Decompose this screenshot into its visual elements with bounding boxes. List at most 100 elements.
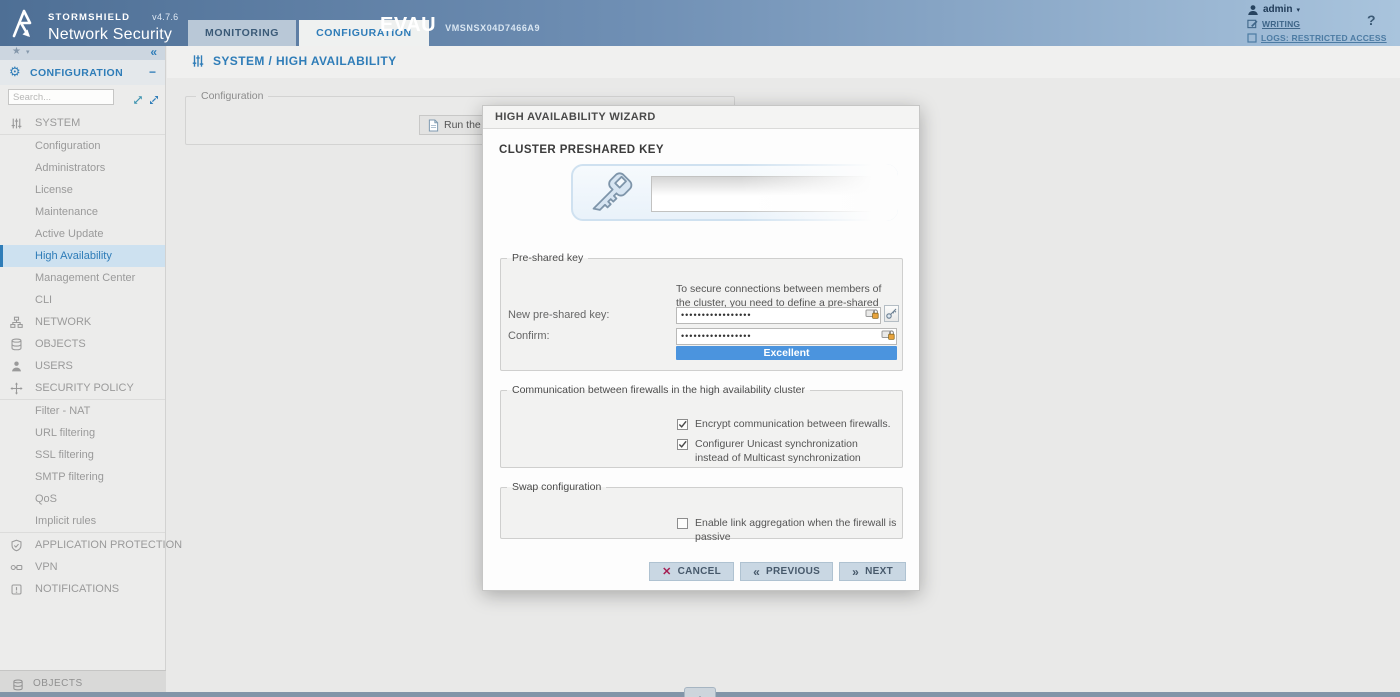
separator xyxy=(0,532,165,533)
app-root: STORMSHIELD v4.7.6 Network Security MONIT… xyxy=(0,0,1400,697)
communication-panel: Communication between firewalls in the h… xyxy=(500,384,903,468)
preshared-key-panel: Pre-shared key To secure connections bet… xyxy=(500,252,903,371)
admin-menu[interactable]: admin ▾ xyxy=(1247,3,1387,16)
sidebar-item-network[interactable]: NETWORK xyxy=(0,311,165,333)
keyboard-lock-icon[interactable] xyxy=(881,327,895,346)
link-aggregation-checkbox-row: Enable link aggregation when the firewal… xyxy=(677,517,902,544)
stormshield-logo-icon xyxy=(10,7,44,44)
alert-icon xyxy=(10,582,23,604)
sidebar-item-application-protection[interactable]: APPLICATION PROTECTION xyxy=(0,534,165,556)
user-icon xyxy=(1247,4,1259,16)
sidebar-item-implicit-rules[interactable]: Implicit rules xyxy=(0,510,165,532)
sidebar-item-ssl-filtering[interactable]: SSL filtering xyxy=(0,444,165,466)
logs-access-link[interactable]: LOGS: RESTRICTED ACCESS xyxy=(1247,31,1387,44)
device-block: EVAU VMSNSX04D7466A9 xyxy=(380,14,540,37)
previous-button-label: PREVIOUS xyxy=(766,566,820,577)
swap-configuration-panel: Swap configuration Enable link aggregati… xyxy=(500,481,903,539)
version-label: v4.7.6 xyxy=(152,12,178,22)
edit-icon xyxy=(1247,18,1258,29)
sidebar-item-active-update[interactable]: Active Update xyxy=(0,223,165,245)
sidebar-item-cli[interactable]: CLI xyxy=(0,289,165,311)
device-name: EVAU xyxy=(380,14,436,37)
help-icon[interactable]: ? xyxy=(1367,12,1376,28)
new-key-input[interactable] xyxy=(676,307,881,324)
sidebar-item-high-availability[interactable]: High Availability xyxy=(0,245,165,267)
ha-wizard-dialog: HIGH AVAILABILITY WIZARD CLUSTER PRESHAR… xyxy=(482,105,920,591)
encrypt-checkbox-row: Encrypt communication between firewalls. xyxy=(677,418,897,432)
keyboard-lock-icon[interactable] xyxy=(865,306,879,325)
next-button-label: NEXT xyxy=(865,566,893,577)
confirm-key-input[interactable] xyxy=(676,328,897,345)
sidebar-item-url-filtering[interactable]: URL filtering xyxy=(0,422,165,444)
sidebar-item-administrators[interactable]: Administrators xyxy=(0,157,165,179)
unicast-checkbox-label: Configurer Unicast synchronization inste… xyxy=(695,438,889,465)
chevron-right-icon: » xyxy=(852,565,859,579)
cancel-button[interactable]: ✕ CANCEL xyxy=(649,562,734,581)
new-key-label: New pre-shared key: xyxy=(508,309,610,321)
sidebar: ★ ▾ « ⚙ CONFIGURATION − SYSTEM Configura… xyxy=(0,46,166,670)
chevron-down-icon: ▾ xyxy=(1296,6,1300,14)
sidebar-menu: SYSTEM Configuration Administrators Lice… xyxy=(0,46,165,670)
sliders-icon xyxy=(191,54,205,68)
device-serial: VMSNSX04D7466A9 xyxy=(445,23,540,33)
wizard-buttons: ✕ CANCEL « PREVIOUS » NEXT xyxy=(649,562,906,581)
top-header: STORMSHIELD v4.7.6 Network Security MONIT… xyxy=(0,0,1400,46)
key-banner-image xyxy=(571,164,898,221)
close-icon: ✕ xyxy=(662,565,672,578)
sidebar-item-notifications[interactable]: NOTIFICATIONS xyxy=(0,578,165,600)
writing-mode-link[interactable]: WRITING xyxy=(1247,17,1387,30)
dialog-title: HIGH AVAILABILITY WIZARD xyxy=(483,106,919,129)
breadcrumb-bar: SYSTEM / HIGH AVAILABILITY xyxy=(167,46,1400,78)
sidebar-item-management-center[interactable]: Management Center xyxy=(0,267,165,289)
configuration-panel-legend: Configuration xyxy=(196,90,268,102)
sidebar-item-security-policy[interactable]: SECURITY POLICY xyxy=(0,377,165,399)
check-icon xyxy=(678,420,687,429)
wizard-step-title: CLUSTER PRESHARED KEY xyxy=(499,144,664,156)
key-banner-field xyxy=(651,176,885,212)
new-key-field-wrap xyxy=(676,305,881,322)
writing-label: WRITING xyxy=(1262,19,1300,29)
previous-button[interactable]: « PREVIOUS xyxy=(740,562,833,581)
next-button[interactable]: » NEXT xyxy=(839,562,906,581)
cancel-button-label: CANCEL xyxy=(678,566,721,577)
brand-block: STORMSHIELD v4.7.6 Network Security xyxy=(48,7,179,44)
sidebar-item-filter-nat[interactable]: Filter - NAT xyxy=(0,400,165,422)
chevron-left-icon: « xyxy=(753,565,760,579)
breadcrumb: SYSTEM / HIGH AVAILABILITY xyxy=(191,54,397,68)
sidebar-item-smtp-filtering[interactable]: SMTP filtering xyxy=(0,466,165,488)
sidebar-item-objects[interactable]: OBJECTS xyxy=(0,333,165,355)
unicast-checkbox[interactable] xyxy=(677,439,688,450)
check-icon xyxy=(678,440,687,449)
encrypt-checkbox[interactable] xyxy=(677,419,688,430)
document-icon xyxy=(428,119,439,132)
sidebar-item-vpn[interactable]: VPN xyxy=(0,556,165,578)
swap-configuration-legend: Swap configuration xyxy=(507,481,606,493)
key-icon xyxy=(585,167,639,221)
sidebar-item-system[interactable]: SYSTEM xyxy=(0,112,165,134)
link-aggregation-checkbox-label: Enable link aggregation when the firewal… xyxy=(695,517,902,544)
link-aggregation-checkbox[interactable] xyxy=(677,518,688,529)
header-user-block: admin ▾ WRITING LOGS: RESTRICTED ACCESS xyxy=(1247,3,1387,45)
sidebar-item-qos[interactable]: QoS xyxy=(0,488,165,510)
logs-label: LOGS: RESTRICTED ACCESS xyxy=(1261,33,1387,43)
encrypt-checkbox-label: Encrypt communication between firewalls. xyxy=(695,418,891,432)
page-title: SYSTEM / HIGH AVAILABILITY xyxy=(213,54,397,68)
sidebar-item-configuration[interactable]: Configuration xyxy=(0,135,165,157)
sidebar-item-maintenance[interactable]: Maintenance xyxy=(0,201,165,223)
brand-name-top: STORMSHIELD xyxy=(48,12,130,23)
brand-name-bottom: Network Security xyxy=(48,26,179,44)
confirm-label: Confirm: xyxy=(508,330,550,342)
generate-key-button[interactable] xyxy=(884,305,899,322)
objects-bottom-bar[interactable]: OBJECTS xyxy=(0,670,166,693)
logs-icon xyxy=(1247,33,1257,43)
objects-bottom-label: OBJECTS xyxy=(33,678,83,689)
password-strength-bar: Excellent xyxy=(676,346,897,360)
sidebar-item-users[interactable]: USERS xyxy=(0,355,165,377)
communication-legend: Communication between firewalls in the h… xyxy=(507,384,810,396)
confirm-field-wrap xyxy=(676,326,897,343)
admin-username: admin xyxy=(1263,4,1292,15)
bottom-panel-handle[interactable] xyxy=(684,687,716,697)
tab-monitoring[interactable]: MONITORING xyxy=(188,20,296,46)
sidebar-item-license[interactable]: License xyxy=(0,179,165,201)
unicast-checkbox-row: Configurer Unicast synchronization inste… xyxy=(677,438,889,465)
